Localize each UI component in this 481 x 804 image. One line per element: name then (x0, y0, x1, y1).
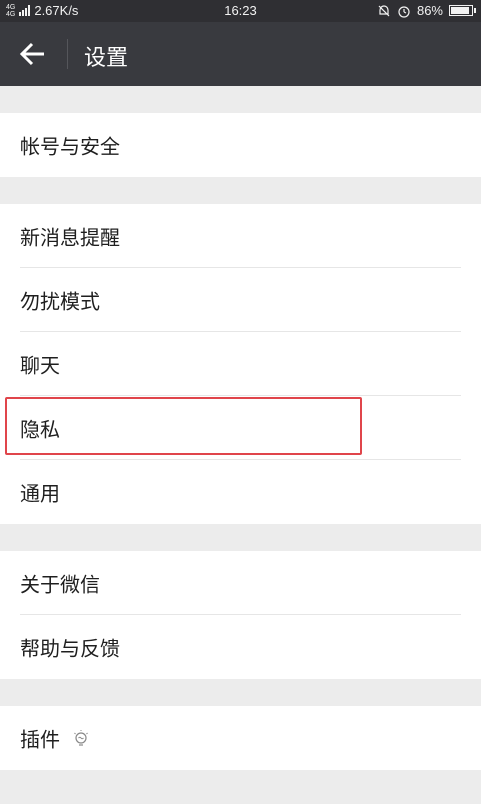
settings-item-notifications[interactable]: 新消息提醒 (0, 204, 481, 268)
settings-group-plugins: 插件 (0, 706, 481, 770)
mute-bell-icon (378, 4, 390, 16)
back-arrow-icon[interactable] (18, 40, 50, 68)
settings-item-account-security[interactable]: 帐号与安全 (0, 113, 481, 177)
settings-item-do-not-disturb[interactable]: 勿扰模式 (0, 268, 481, 332)
app-bar: 设置 (0, 22, 481, 86)
settings-item-label: 勿扰模式 (20, 289, 100, 314)
status-bar: 4G 4G 2.67K/s 16:23 86% (0, 0, 481, 22)
settings-item-label: 新消息提醒 (20, 225, 120, 250)
status-right: 86% (377, 3, 476, 18)
settings-item-label: 通用 (20, 481, 60, 506)
settings-group-account: 帐号与安全 (0, 113, 481, 177)
battery-percent: 86% (416, 3, 443, 18)
settings-item-label: 帐号与安全 (20, 134, 120, 159)
header-divider (67, 39, 68, 69)
settings-item-plugins[interactable]: 插件 (0, 706, 481, 770)
bulb-icon (74, 730, 88, 746)
battery-icon (449, 5, 476, 16)
alarm-icon (398, 5, 410, 18)
page-title: 设置 (84, 46, 129, 71)
settings-group-about: 关于微信 帮助与反馈 (0, 551, 481, 679)
settings-item-help-feedback[interactable]: 帮助与反馈 (0, 615, 481, 679)
settings-item-label: 聊天 (20, 353, 60, 378)
settings-item-general[interactable]: 通用 (0, 460, 481, 524)
settings-item-about-wechat[interactable]: 关于微信 (0, 551, 481, 615)
settings-item-label: 关于微信 (20, 572, 100, 597)
settings-item-privacy[interactable]: 隐私 (0, 396, 481, 460)
settings-group-main: 新消息提醒 勿扰模式 聊天 隐私 通用 (0, 204, 481, 524)
settings-item-label: 插件 (20, 727, 60, 752)
settings-item-label: 帮助与反馈 (20, 636, 120, 661)
settings-item-label: 隐私 (20, 417, 60, 442)
settings-item-chat[interactable]: 聊天 (0, 332, 481, 396)
